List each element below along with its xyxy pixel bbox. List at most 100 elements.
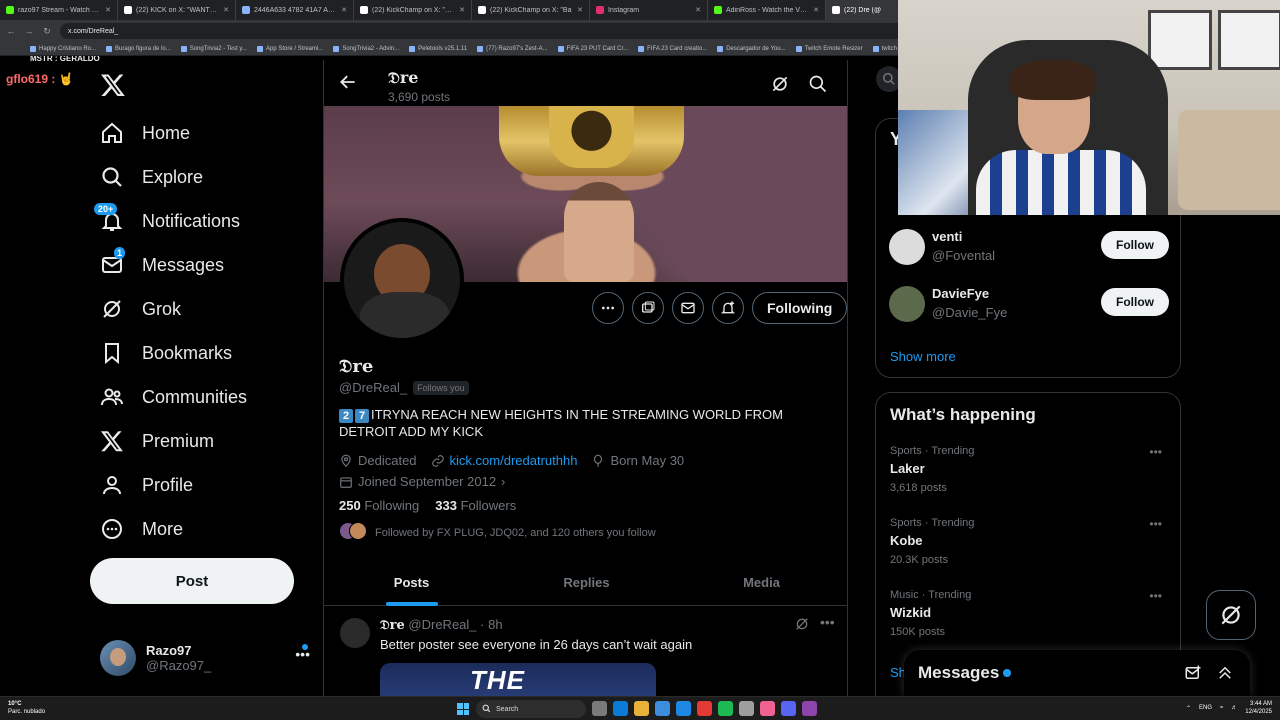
avatar[interactable]: [889, 229, 925, 265]
close-tab-icon[interactable]: ✕: [813, 6, 819, 14]
messages-drawer[interactable]: Messages: [904, 650, 1250, 696]
bookmark-item[interactable]: FIFA 23 Card creatio...: [638, 45, 707, 52]
trend-item[interactable]: Sports · Trending Laker 3,618 posts •••: [890, 445, 1170, 505]
grok-analyze-button[interactable]: [632, 292, 664, 324]
bookmark-item[interactable]: App Store / Streami...: [256, 45, 323, 52]
reload-icon[interactable]: ↻: [42, 26, 52, 37]
obs-icon[interactable]: [739, 701, 754, 716]
follow-button[interactable]: Follow: [1101, 288, 1169, 316]
language-indicator[interactable]: ENG: [1199, 705, 1212, 711]
tweet-author-name[interactable]: 𝔇re: [380, 618, 405, 633]
bookmark-item[interactable]: Happy Cristiano Ro...: [30, 45, 96, 52]
website-link[interactable]: kick.com/dredatruthhh: [450, 452, 578, 469]
close-tab-icon[interactable]: ✕: [577, 6, 583, 14]
tab-media[interactable]: Media: [674, 560, 847, 605]
sidebar-item-messages[interactable]: Messages 1: [100, 247, 224, 280]
close-tab-icon[interactable]: ✕: [459, 6, 465, 14]
mail-icon[interactable]: [676, 701, 691, 716]
bookmark-item[interactable]: FIFA 23 PUT Card Cr...: [557, 45, 628, 52]
task-view-icon[interactable]: [592, 701, 607, 716]
x-logo-icon[interactable]: [100, 72, 126, 98]
followers-count-link[interactable]: 333 Followers: [435, 498, 516, 513]
account-switcher[interactable]: Razo97 @Razo97_ •••: [100, 638, 310, 678]
more-icon[interactable]: •••: [820, 614, 835, 630]
browser-tab[interactable]: razo97 Stream - Watch Live on ✕: [0, 0, 118, 20]
tab-posts[interactable]: Posts: [324, 560, 499, 605]
subscribe-notify-button[interactable]: [712, 292, 744, 324]
clock[interactable]: 3:44 AM 12/4/2025: [1245, 700, 1272, 716]
close-tab-icon[interactable]: ✕: [223, 6, 229, 14]
browser-tab[interactable]: AdinRoss - Watch the VOD on✕: [708, 0, 826, 20]
followed-by-row[interactable]: Followed by FX PLUG, JDQ02, and 120 othe…: [339, 522, 656, 543]
bookmark-item[interactable]: Burago figura de lo...: [106, 45, 171, 52]
sidebar-item-communities[interactable]: Communities: [100, 382, 247, 412]
joined-item[interactable]: Joined September 2012 ›: [339, 473, 505, 490]
expand-up-icon[interactable]: [1216, 664, 1234, 682]
suggestion-item[interactable]: venti @Fovental Follow: [889, 227, 1169, 267]
close-tab-icon[interactable]: ✕: [695, 6, 701, 14]
store-icon[interactable]: [655, 701, 670, 716]
more-icon[interactable]: •••: [1149, 517, 1162, 531]
close-tab-icon[interactable]: ✕: [105, 6, 111, 14]
bookmark-item[interactable]: (77) Razo97's Zest-A...: [477, 45, 548, 52]
browser-tab[interactable]: 2446A633 4782 41A7 A1C3 0 ✕: [236, 0, 354, 20]
tweet[interactable]: 𝔇re @DreReal_ · 8h Better poster see eve…: [324, 608, 847, 696]
tweet-time[interactable]: · 8h: [480, 617, 502, 632]
back-arrow-icon[interactable]: [338, 72, 358, 92]
browser-tab[interactable]: (22) KickChamp on X: "Ba ✕: [472, 0, 590, 20]
search-icon[interactable]: [808, 74, 828, 94]
wifi-icon[interactable]: ≈: [1220, 705, 1223, 711]
more-icon[interactable]: •••: [1149, 445, 1162, 459]
avatar[interactable]: [889, 286, 925, 322]
sidebar-item-home[interactable]: Home: [100, 118, 190, 148]
sidebar-item-more[interactable]: More: [100, 514, 183, 544]
trend-item[interactable]: Sports · Trending Kobe 20.3K posts •••: [890, 517, 1170, 577]
forward-nav-icon[interactable]: →: [24, 26, 34, 36]
profile-avatar[interactable]: [340, 218, 464, 342]
more-icon[interactable]: •••: [1149, 589, 1162, 603]
chevron-up-icon[interactable]: ⌃: [1186, 705, 1191, 712]
sidebar-item-premium[interactable]: Premium: [100, 426, 214, 456]
suggestion-item[interactable]: DavieFye @Davie_Fye Follow: [889, 284, 1169, 324]
file-explorer-icon[interactable]: [634, 701, 649, 716]
bookmark-item[interactable]: Descargador de You...: [717, 45, 786, 52]
grok-floating-button[interactable]: [1206, 590, 1256, 640]
sidebar-item-bookmarks[interactable]: Bookmarks: [100, 338, 232, 368]
more-options-button[interactable]: [592, 292, 624, 324]
new-message-icon[interactable]: [1184, 664, 1202, 682]
sidebar-item-explore[interactable]: Explore: [100, 162, 203, 192]
following-count-link[interactable]: 250 Following: [339, 498, 419, 513]
chrome-icon[interactable]: [697, 701, 712, 716]
bookmark-item[interactable]: Peletools v25.1.11: [409, 45, 467, 52]
browser-tab[interactable]: (22) KICK on X: "WANTED ★★★✕: [118, 0, 236, 20]
post-button[interactable]: Post: [90, 558, 294, 604]
bookmark-item[interactable]: SongTrivia2 - Test y...: [180, 45, 247, 52]
following-button[interactable]: Following: [752, 292, 847, 324]
windows-start-icon[interactable]: [457, 703, 469, 715]
edge-icon[interactable]: [613, 701, 628, 716]
url-field[interactable]: x.com/DreReal_: [60, 23, 940, 39]
spotify-icon[interactable]: [718, 701, 733, 716]
weather-widget[interactable]: 10°C Parc. nublado: [8, 700, 45, 716]
sidebar-item-grok[interactable]: Grok: [100, 294, 181, 324]
taskbar-search[interactable]: Search: [476, 700, 586, 718]
sidebar-item-notifications[interactable]: Notifications 20+: [94, 203, 240, 236]
trend-item[interactable]: Music · Trending Wizkid 150K posts •••: [890, 589, 1170, 649]
close-tab-icon[interactable]: ✕: [341, 6, 347, 14]
message-button[interactable]: [672, 292, 704, 324]
volume-icon[interactable]: ♬: [1231, 705, 1237, 711]
music-icon[interactable]: [760, 701, 775, 716]
tab-replies[interactable]: Replies: [499, 560, 674, 605]
discord-icon[interactable]: [781, 701, 796, 716]
show-more-link[interactable]: Show more: [890, 349, 956, 364]
follow-button[interactable]: Follow: [1101, 231, 1169, 259]
browser-tab[interactable]: Instagram ✕: [590, 0, 708, 20]
bookmark-item[interactable]: Twitch Emote Resizer: [795, 45, 863, 52]
back-nav-icon[interactable]: ←: [6, 26, 16, 36]
browser-tab[interactable]: (22) KickChamp on X: "Foun ✕: [354, 0, 472, 20]
app-icon[interactable]: [802, 701, 817, 716]
avatar[interactable]: [340, 618, 370, 648]
grok-icon[interactable]: [794, 616, 810, 632]
tweet-media-image[interactable]: THE: [380, 663, 656, 696]
sidebar-item-profile[interactable]: Profile: [100, 470, 193, 500]
